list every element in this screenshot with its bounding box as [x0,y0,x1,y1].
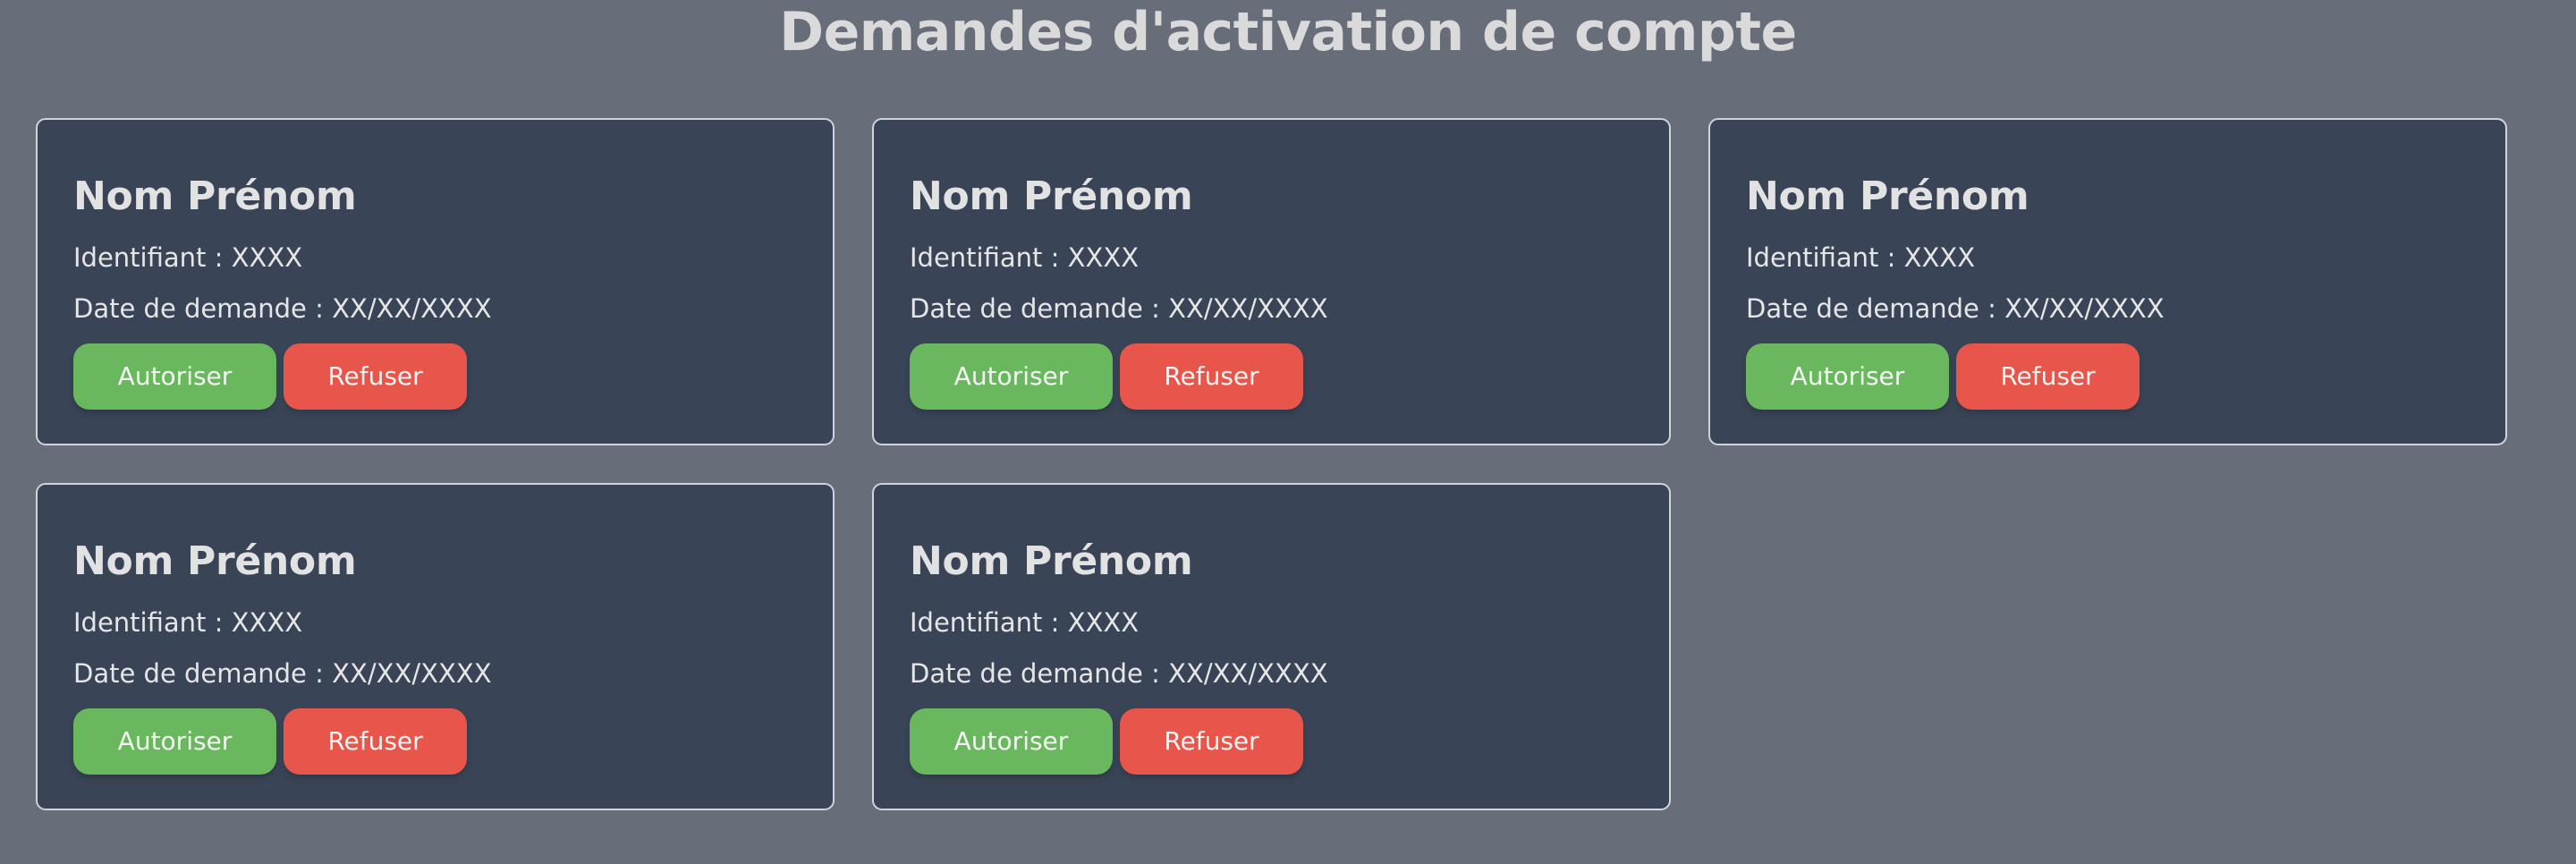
identifier-value: XXXX [1067,242,1140,273]
request-actions: Autoriser Refuser [73,343,467,410]
request-actions: Autoriser Refuser [910,708,1303,775]
approve-button[interactable]: Autoriser [1746,343,1949,410]
refuse-button[interactable]: Refuser [1120,708,1303,775]
request-date: Date de demande : XX/XX/XXXX [1746,291,2165,326]
request-date: Date de demande : XX/XX/XXXX [910,291,1328,326]
request-identifier: Identifiant : XXXX [73,240,302,275]
request-date: Date de demande : XX/XX/XXXX [910,656,1328,691]
request-name: Nom Prénom [910,174,1193,219]
date-label: Date de demande : [1746,293,1996,324]
request-actions: Autoriser Refuser [73,708,467,775]
request-card: Nom Prénom Identifiant : XXXX Date de de… [872,483,1671,810]
identifier-value: XXXX [1067,607,1140,638]
request-actions: Autoriser Refuser [910,343,1303,410]
request-card: Nom Prénom Identifiant : XXXX Date de de… [36,483,835,810]
refuse-button[interactable]: Refuser [284,708,467,775]
request-card: Nom Prénom Identifiant : XXXX Date de de… [36,118,835,445]
request-name: Nom Prénom [73,538,357,584]
date-label: Date de demande : [910,293,1160,324]
refuse-button[interactable]: Refuser [1120,343,1303,410]
identifier-label: Identifiant : [73,607,224,638]
identifier-value: XXXX [1903,242,1976,273]
date-value: XX/XX/XXXX [1168,658,1328,689]
request-name: Nom Prénom [1746,174,2029,219]
date-value: XX/XX/XXXX [1168,293,1328,324]
date-value: XX/XX/XXXX [2004,293,2165,324]
refuse-button[interactable]: Refuser [1956,343,2140,410]
approve-button[interactable]: Autoriser [910,343,1113,410]
request-identifier: Identifiant : XXXX [1746,240,1975,275]
identifier-value: XXXX [231,242,303,273]
request-name: Nom Prénom [73,174,357,219]
request-date: Date de demande : XX/XX/XXXX [73,291,492,326]
request-date: Date de demande : XX/XX/XXXX [73,656,492,691]
request-identifier: Identifiant : XXXX [910,240,1139,275]
identifier-label: Identifiant : [73,242,224,273]
identifier-label: Identifiant : [1746,242,1896,273]
date-label: Date de demande : [73,293,324,324]
request-identifier: Identifiant : XXXX [910,605,1139,640]
page-title: Demandes d'activation de compte [779,1,1797,64]
date-value: XX/XX/XXXX [332,658,492,689]
request-list: Nom Prénom Identifiant : XXXX Date de de… [36,118,2540,810]
date-value: XX/XX/XXXX [332,293,492,324]
identifier-label: Identifiant : [910,607,1060,638]
request-actions: Autoriser Refuser [1746,343,2140,410]
request-card: Nom Prénom Identifiant : XXXX Date de de… [872,118,1671,445]
request-identifier: Identifiant : XXXX [73,605,302,640]
identifier-value: XXXX [231,607,303,638]
request-name: Nom Prénom [910,538,1193,584]
approve-button[interactable]: Autoriser [73,343,276,410]
date-label: Date de demande : [910,658,1160,689]
approve-button[interactable]: Autoriser [910,708,1113,775]
identifier-label: Identifiant : [910,242,1060,273]
request-card: Nom Prénom Identifiant : XXXX Date de de… [1708,118,2507,445]
refuse-button[interactable]: Refuser [284,343,467,410]
date-label: Date de demande : [73,658,324,689]
approve-button[interactable]: Autoriser [73,708,276,775]
